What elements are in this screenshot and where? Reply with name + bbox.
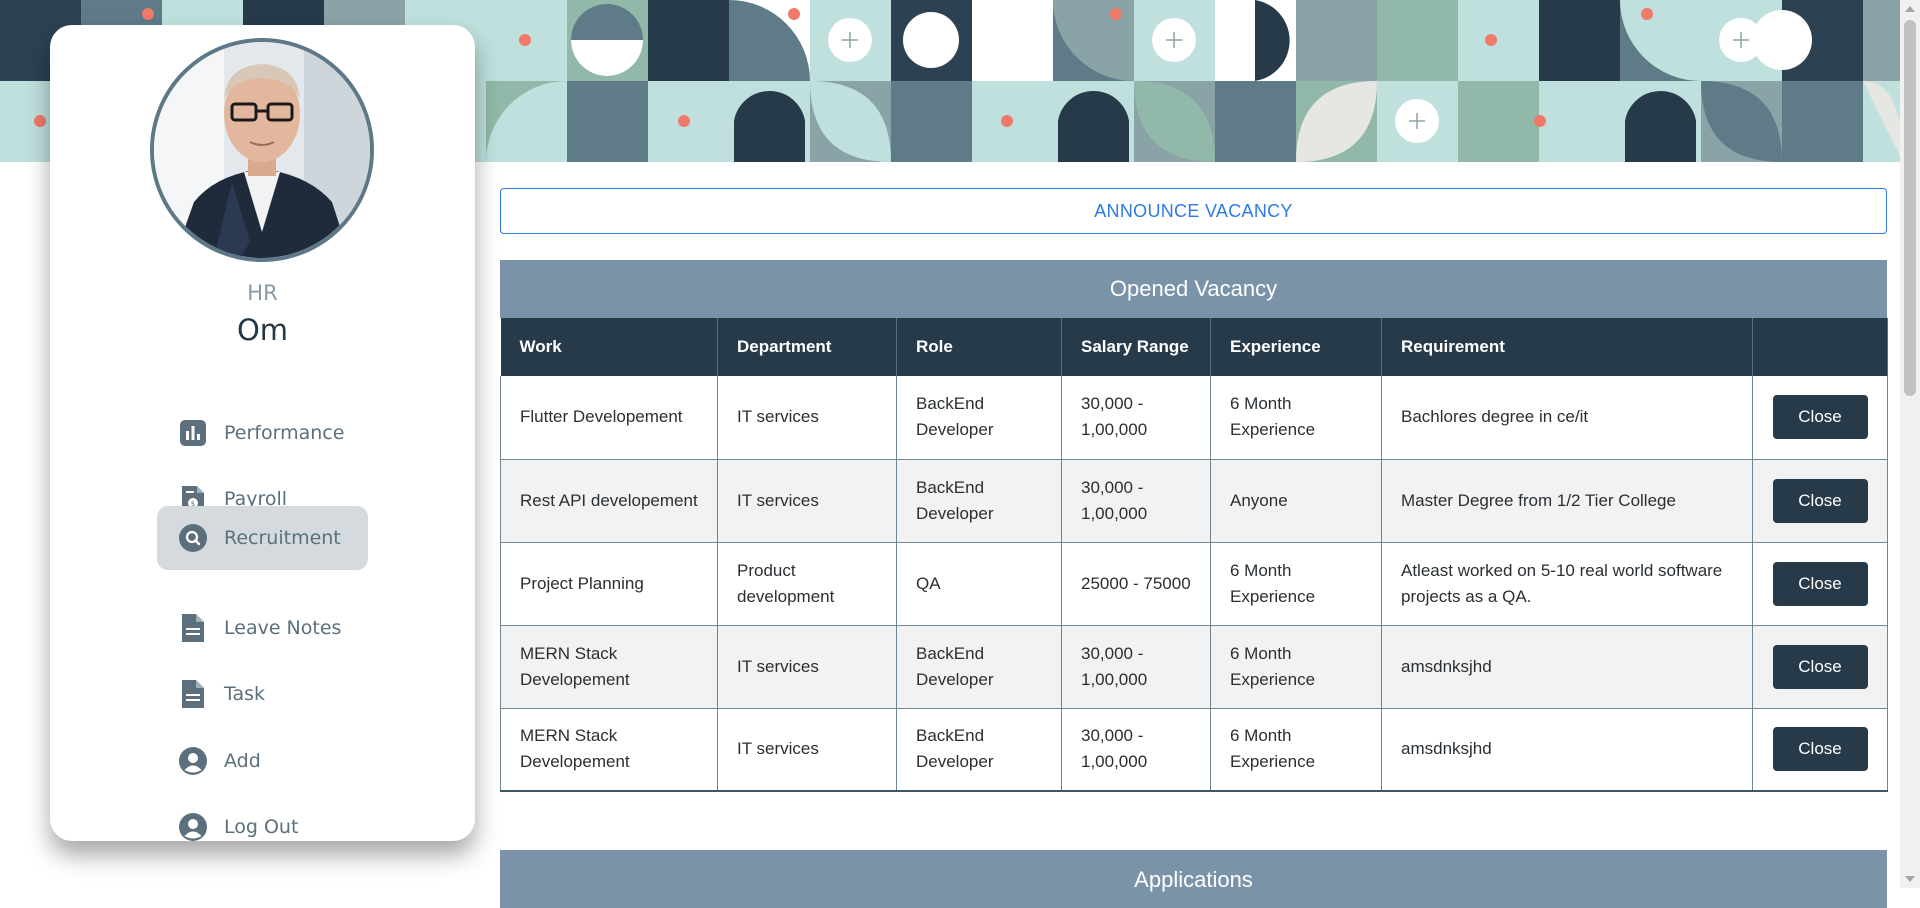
column-header-department: Department bbox=[717, 318, 897, 376]
search-icon bbox=[178, 523, 208, 553]
cell-experience: 6 Month Experience bbox=[1210, 708, 1382, 792]
cell-experience: 6 Month Experience bbox=[1210, 376, 1382, 460]
cell-role: QA bbox=[896, 542, 1062, 626]
cell-requirement: Atleast worked on 5-10 real world softwa… bbox=[1381, 542, 1753, 626]
cell-department: IT services bbox=[717, 376, 897, 460]
cell-experience: 6 Month Experience bbox=[1210, 542, 1382, 626]
nav-item-add[interactable]: Add bbox=[157, 729, 368, 793]
table-row: Rest API developement IT services BackEn… bbox=[500, 459, 1888, 543]
nav-label-performance: Performance bbox=[224, 422, 345, 444]
table-row: MERN Stack Developement IT services Back… bbox=[500, 708, 1888, 792]
cell-experience: Anyone bbox=[1210, 459, 1382, 543]
avatar bbox=[150, 38, 374, 262]
cell-action: Close bbox=[1752, 708, 1888, 792]
nav-label-logout: Log Out bbox=[224, 816, 299, 838]
vacancy-table: Work Department Role Salary Range Experi… bbox=[500, 318, 1888, 792]
cell-department: IT services bbox=[717, 625, 897, 709]
document-icon bbox=[178, 613, 208, 643]
cell-requirement: Bachlores degree in ce/it bbox=[1381, 376, 1753, 460]
cell-work: Project Planning bbox=[500, 542, 718, 626]
column-header-action bbox=[1752, 318, 1888, 376]
profile-role: HR bbox=[247, 281, 278, 305]
cell-requirement: amsdnksjhd bbox=[1381, 625, 1753, 709]
cell-role: BackEnd Developer bbox=[896, 625, 1062, 709]
close-vacancy-button[interactable]: Close bbox=[1772, 644, 1868, 689]
column-header-work: Work bbox=[500, 318, 718, 376]
cell-department: Product development bbox=[717, 542, 897, 626]
nav-label-leave-notes: Leave Notes bbox=[224, 617, 342, 639]
nav-label-add: Add bbox=[224, 750, 261, 772]
close-vacancy-button[interactable]: Close bbox=[1772, 561, 1868, 606]
applications-panel: Applications bbox=[500, 850, 1887, 908]
cell-salary: 30,000 - 1,00,000 bbox=[1061, 708, 1211, 792]
column-header-role: Role bbox=[896, 318, 1062, 376]
cell-role: BackEnd Developer bbox=[896, 708, 1062, 792]
opened-vacancy-title: Opened Vacancy bbox=[500, 260, 1887, 318]
user-circle-icon bbox=[178, 812, 208, 842]
cell-role: BackEnd Developer bbox=[896, 376, 1062, 460]
cell-salary: 25000 - 75000 bbox=[1061, 542, 1211, 626]
sidebar: HR Om Performance $ Payroll Recruitment … bbox=[50, 25, 475, 841]
close-vacancy-button[interactable]: Close bbox=[1772, 478, 1868, 523]
cell-work: MERN Stack Developement bbox=[500, 625, 718, 709]
table-row: Flutter Developement IT services BackEnd… bbox=[500, 376, 1888, 460]
close-vacancy-button[interactable]: Close bbox=[1772, 727, 1868, 772]
user-circle-icon bbox=[178, 746, 208, 776]
cell-role: BackEnd Developer bbox=[896, 459, 1062, 543]
table-header-row: Work Department Role Salary Range Experi… bbox=[500, 318, 1888, 376]
nav-item-recruitment[interactable]: Recruitment bbox=[157, 506, 368, 570]
nav-item-logout[interactable]: Log Out bbox=[157, 795, 368, 859]
announce-vacancy-button[interactable]: ANNOUNCE VACANCY bbox=[500, 188, 1887, 234]
column-header-salary-range: Salary Range bbox=[1061, 318, 1211, 376]
cell-department: IT services bbox=[717, 708, 897, 792]
close-vacancy-button[interactable]: Close bbox=[1772, 395, 1868, 440]
cell-department: IT services bbox=[717, 459, 897, 543]
cell-salary: 30,000 - 1,00,000 bbox=[1061, 376, 1211, 460]
cell-experience: 6 Month Experience bbox=[1210, 625, 1382, 709]
applications-title: Applications bbox=[1134, 867, 1253, 892]
table-row: Project Planning Product development QA … bbox=[500, 542, 1888, 626]
cell-action: Close bbox=[1752, 542, 1888, 626]
nav-label-recruitment: Recruitment bbox=[224, 527, 341, 549]
opened-vacancy-panel: Opened Vacancy Work Department Role Sala… bbox=[500, 260, 1888, 792]
cell-salary: 30,000 - 1,00,000 bbox=[1061, 625, 1211, 709]
scroll-down-arrow-icon[interactable] bbox=[1905, 876, 1915, 882]
cell-work: MERN Stack Developement bbox=[500, 708, 718, 792]
bar-chart-icon bbox=[178, 418, 208, 448]
nav-item-task[interactable]: Task bbox=[157, 662, 368, 726]
cell-work: Flutter Developement bbox=[500, 376, 718, 460]
cell-action: Close bbox=[1752, 625, 1888, 709]
column-header-experience: Experience bbox=[1210, 318, 1382, 376]
cell-work: Rest API developement bbox=[500, 459, 718, 543]
cell-action: Close bbox=[1752, 376, 1888, 460]
profile-name: Om bbox=[236, 313, 289, 347]
document-icon bbox=[178, 679, 208, 709]
page-scrollbar[interactable] bbox=[1900, 0, 1920, 888]
nav-item-performance[interactable]: Performance bbox=[157, 401, 368, 465]
nav-label-task: Task bbox=[224, 683, 266, 705]
scrollbar-thumb[interactable] bbox=[1904, 20, 1916, 396]
column-header-requirement: Requirement bbox=[1381, 318, 1753, 376]
nav-item-leave-notes[interactable]: Leave Notes bbox=[157, 596, 368, 660]
cell-requirement: amsdnksjhd bbox=[1381, 708, 1753, 792]
cell-requirement: Master Degree from 1/2 Tier College bbox=[1381, 459, 1753, 543]
scroll-up-arrow-icon[interactable] bbox=[1905, 6, 1915, 12]
cell-salary: 30,000 - 1,00,000 bbox=[1061, 459, 1211, 543]
table-row: MERN Stack Developement IT services Back… bbox=[500, 625, 1888, 709]
cell-action: Close bbox=[1752, 459, 1888, 543]
